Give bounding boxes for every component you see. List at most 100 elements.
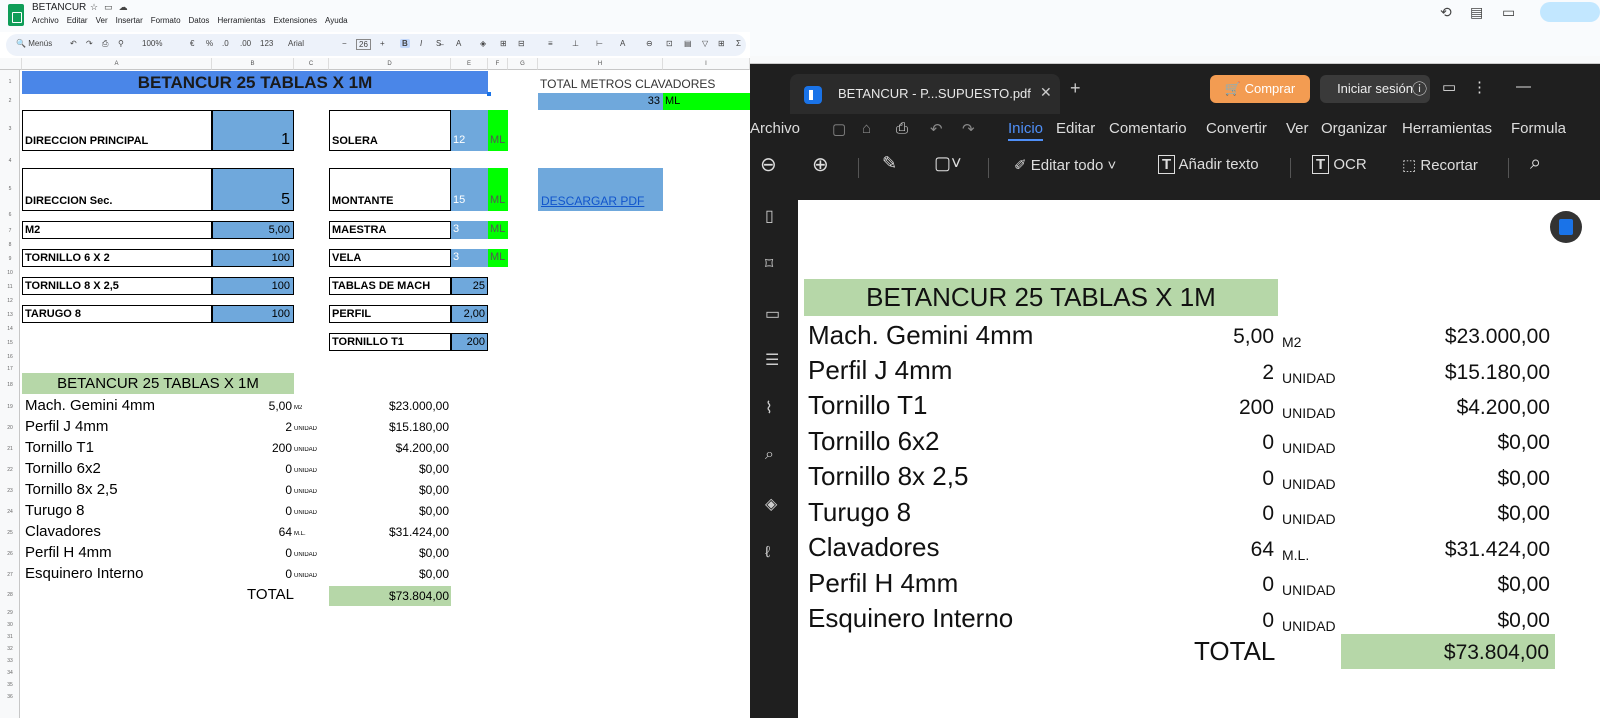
strikethrough-icon[interactable]: S̶ [436, 39, 441, 48]
menu-datos[interactable]: Datos [189, 16, 210, 25]
chart-icon[interactable]: ▤ [684, 39, 692, 48]
material-label[interactable]: MONTANTE [329, 168, 451, 211]
quote-item-name[interactable]: Esquinero Interno [25, 565, 143, 582]
quote-total-value[interactable]: $73.804,00 [329, 586, 451, 606]
menu-formato[interactable]: Formato [151, 16, 181, 25]
merge-icon[interactable]: ⊟ [518, 39, 525, 48]
quote-item-name[interactable]: Perfil J 4mm [25, 418, 108, 435]
column-header-b[interactable]: B [212, 58, 294, 70]
sign-icon[interactable]: ℓ [765, 544, 770, 562]
row-number[interactable]: 35 [0, 682, 20, 688]
quote-item-price[interactable]: $31.424,00 [329, 525, 449, 539]
wrap-icon[interactable]: ⊢ [596, 39, 603, 48]
column-header-c[interactable]: C [294, 58, 329, 70]
valign-icon[interactable]: ⊥ [572, 39, 579, 48]
close-icon[interactable]: ✕ [1040, 84, 1052, 101]
column-header-d[interactable]: D [329, 58, 451, 70]
material-value[interactable]: 3 [451, 249, 488, 267]
row-number[interactable]: 19 [0, 404, 20, 410]
plus-icon[interactable]: + [1070, 78, 1081, 99]
menu-ayuda[interactable]: Ayuda [325, 16, 348, 25]
row-number[interactable]: 10 [0, 270, 20, 276]
pdf-menu-convertir[interactable]: Convertir [1206, 120, 1267, 137]
material-value[interactable]: 2,00 [451, 305, 488, 323]
material-value[interactable]: 15 [451, 168, 488, 211]
quote-item-qty[interactable]: 64 [212, 525, 292, 539]
quote-item-name[interactable]: Tornillo T1 [25, 439, 94, 456]
print-icon[interactable]: ⎙ [896, 120, 908, 137]
help-icon[interactable]: ⓘ [1412, 78, 1427, 99]
font-select[interactable]: Arial [288, 39, 304, 48]
add-text-button[interactable]: T Añadir texto [1158, 155, 1259, 174]
pdf-menu-herramientas[interactable]: Herramientas [1402, 120, 1492, 137]
quote-item-unit[interactable]: UNIDAD [294, 426, 317, 432]
column-header-f[interactable]: F [488, 58, 508, 70]
more-icon[interactable]: ⋮ [1472, 78, 1487, 96]
param-label[interactable]: TORNILLO 6 X 2 [22, 249, 212, 267]
material-unit[interactable]: ML [488, 110, 508, 151]
row-number[interactable]: 2 [0, 98, 20, 104]
redo-icon[interactable]: ↷ [962, 120, 975, 138]
dir-principal-label[interactable]: DIRECCION PRINCIPAL [22, 110, 212, 151]
quote-item-unit[interactable]: UNIDAD [294, 510, 317, 516]
font-size-input[interactable]: 26 [356, 39, 371, 50]
menu-archivo[interactable]: Archivo [32, 16, 59, 25]
quote-item-name[interactable]: Tornillo 8x 2,5 [25, 481, 118, 498]
column-header-g[interactable]: G [508, 58, 538, 70]
quote-item-unit[interactable]: UNIDAD [294, 573, 317, 579]
history-icon[interactable]: ⟲ [1440, 4, 1452, 21]
undo-icon[interactable]: ↶ [930, 120, 943, 138]
pdf-menu-formula[interactable]: Formula [1511, 120, 1566, 137]
video-icon[interactable]: ▭ [1502, 4, 1515, 21]
quote-title[interactable]: BETANCUR 25 TABLAS X 1M [22, 373, 294, 394]
share-button[interactable] [1540, 2, 1600, 22]
text-color-icon[interactable]: A [456, 39, 461, 48]
row-number[interactable]: 4 [0, 158, 20, 164]
row-number[interactable]: 13 [0, 312, 20, 318]
menu-ver[interactable]: Ver [96, 16, 108, 25]
row-number[interactable]: 1 [0, 79, 20, 85]
row-number[interactable]: 20 [0, 425, 20, 431]
param-label[interactable]: M2 [22, 221, 212, 239]
search-menus[interactable]: 🔍 Menús [16, 39, 52, 48]
column-header-i[interactable]: I [663, 58, 750, 70]
column-header-h[interactable]: H [538, 58, 663, 70]
quote-item-price[interactable]: $0,00 [329, 462, 449, 476]
row-number[interactable]: 12 [0, 298, 20, 304]
quote-item-qty[interactable]: 0 [212, 483, 292, 497]
row-number[interactable]: 16 [0, 354, 20, 360]
font-size-increase[interactable]: + [380, 39, 385, 48]
row-number[interactable]: 25 [0, 530, 20, 536]
pdf-tab[interactable]: BETANCUR - P...SUPUESTO.pdf ✕ [790, 74, 1060, 114]
quote-item-name[interactable]: Perfil H 4mm [25, 544, 112, 561]
quote-item-price[interactable]: $15.180,00 [329, 420, 449, 434]
document-title[interactable]: BETANCUR [32, 2, 86, 13]
row-number[interactable]: 15 [0, 340, 20, 346]
pdf-menu-inicio[interactable]: Inicio [1008, 120, 1044, 141]
param-value[interactable]: 100 [212, 249, 294, 267]
quote-item-price[interactable]: $0,00 [329, 546, 449, 560]
material-label[interactable]: VELA [329, 249, 451, 267]
quote-item-name[interactable]: Tornillo 6x2 [25, 460, 101, 477]
quote-item-qty[interactable]: 2 [212, 420, 292, 434]
comment-add-icon[interactable]: ⊡ [666, 39, 673, 48]
row-number[interactable]: 36 [0, 694, 20, 700]
redo-icon[interactable]: ↷ [86, 39, 93, 48]
quote-item-qty[interactable]: 0 [212, 546, 292, 560]
decrease-decimal-button[interactable]: .0 [222, 39, 229, 48]
percent-button[interactable]: % [206, 39, 213, 48]
dir-sec-label[interactable]: DIRECCION Sec. [22, 168, 212, 211]
row-number[interactable]: 24 [0, 509, 20, 515]
material-value[interactable]: 25 [451, 277, 488, 295]
row-number[interactable]: 30 [0, 622, 20, 628]
quote-item-unit[interactable]: UNIDAD [294, 447, 317, 453]
filter-icon[interactable]: ▽ [702, 39, 708, 48]
material-value[interactable]: 200 [451, 333, 488, 351]
search-side-icon[interactable]: ⌕ [765, 446, 774, 464]
sheet-title-cell[interactable]: BETANCUR 25 TABLAS X 1M [22, 71, 488, 94]
row-number[interactable]: 5 [0, 186, 20, 192]
select-all-corner[interactable] [0, 58, 22, 70]
quote-total-label[interactable]: TOTAL [212, 586, 294, 603]
edit-all-button[interactable]: ✐ Editar todo ˅ [1014, 156, 1116, 174]
quote-item-price[interactable]: $0,00 [329, 504, 449, 518]
